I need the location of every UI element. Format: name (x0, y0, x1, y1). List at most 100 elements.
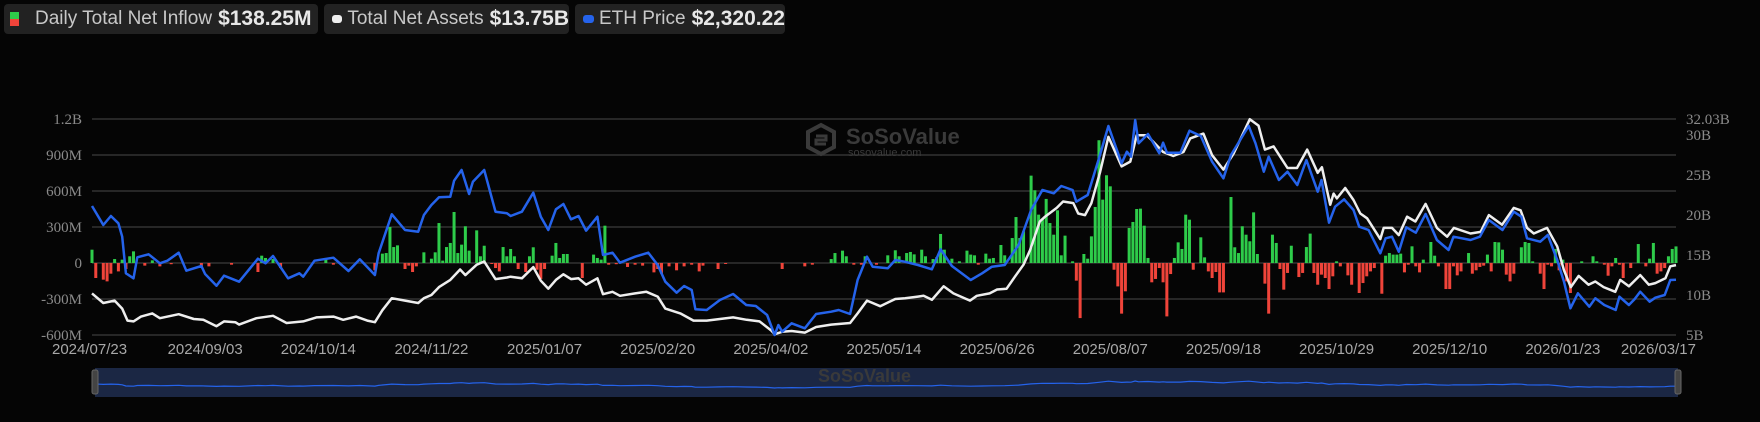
inflow-bar (1493, 242, 1497, 263)
outflow-bar (1444, 263, 1448, 290)
outflow-bar (116, 263, 120, 272)
inflow-bar (603, 225, 607, 263)
outflow-bar (1610, 263, 1614, 267)
right-axis-tick-label: 10B (1686, 288, 1711, 304)
inflow-bar (505, 256, 509, 263)
inflow-bar (1040, 218, 1044, 263)
x-axis-tick-label: 2025/06/26 (960, 341, 1035, 358)
outflow-bar (1663, 263, 1667, 269)
outflow-bar (1154, 263, 1158, 279)
outflow-bar (701, 263, 705, 266)
outflow-bar (497, 263, 501, 272)
inflow-bar (1203, 257, 1207, 263)
inflow-bar (1240, 226, 1244, 263)
outflow-bar (1267, 263, 1271, 314)
inflow-bar (475, 230, 479, 263)
inflow-bar (1146, 257, 1150, 263)
outflow-bar (1602, 263, 1606, 265)
inflow-bar (422, 252, 426, 263)
outflow-bar (976, 263, 980, 265)
outflow-bar (543, 263, 547, 269)
navigator-left-handle[interactable] (91, 369, 99, 395)
outflow-bar (1455, 263, 1459, 276)
outflow-bar (169, 263, 173, 265)
inflow-bar (550, 255, 554, 263)
outflow-bar (1357, 263, 1361, 293)
x-axis-tick-label: 2025/01/07 (507, 341, 582, 358)
outflow-bar (1361, 263, 1365, 284)
inflow-bar (1410, 246, 1414, 263)
inflow-bar (920, 249, 924, 263)
inflow-bar (131, 251, 135, 263)
inflow-bar (1255, 254, 1259, 263)
inflow-bar (395, 245, 399, 263)
inflow-bar (1052, 234, 1056, 263)
outflow-bar (1116, 263, 1120, 287)
outflow-bar (105, 263, 109, 282)
outflow-bar (524, 263, 528, 272)
inflow-bar (1184, 214, 1188, 263)
outflow-bar (1214, 263, 1218, 272)
navigator-watermark-brand: SoSoValue (818, 366, 911, 386)
x-axis-tick-label: 2025/08/07 (1073, 341, 1148, 358)
outflow-bar (1644, 263, 1648, 267)
inflow-bar (554, 242, 558, 263)
inflow-bar (150, 260, 154, 263)
inflow-bar (969, 254, 973, 263)
outflow-bar (724, 263, 728, 264)
inflow-bar (120, 259, 124, 263)
navigator-right-handle[interactable] (1674, 369, 1682, 395)
x-axis-tick-label: 2025/09/18 (1186, 341, 1261, 358)
outflow-bar (1489, 263, 1493, 272)
inflow-bar (1199, 237, 1203, 263)
inflow-bar (1101, 199, 1105, 263)
outflow-bar (109, 263, 113, 274)
inflow-bar (1142, 225, 1146, 263)
etf-flow-chart: SoSoValue sosovalue.com 1.2B 900M 600M 300M… (41, 112, 1730, 397)
outflow-bar (331, 263, 335, 265)
outflow-bar (1512, 263, 1516, 274)
inflow-bar (1244, 234, 1248, 263)
outflow-bar (1301, 263, 1305, 273)
inflow-bar (1237, 253, 1241, 263)
outflow-bar (1546, 263, 1550, 265)
sosovalue-watermark: SoSoValue sosovalue.com (806, 122, 960, 159)
inflow-bar (388, 227, 392, 263)
inflow-bar (452, 212, 456, 263)
inflow-bar (912, 254, 916, 263)
inflow-bar (886, 255, 890, 263)
left-axis-tick-label: -300M (41, 292, 82, 308)
inflow-bar (467, 250, 471, 263)
outflow-bar (407, 263, 411, 266)
outflow-bar (207, 263, 211, 267)
outflow-bar (1112, 263, 1116, 270)
inflow-bar (1082, 254, 1086, 263)
inflow-bar (1651, 242, 1655, 263)
inflow-bar (1308, 233, 1312, 263)
inflow-bar (595, 257, 599, 263)
outflow-bar (1278, 263, 1282, 269)
inflow-bar (565, 254, 569, 263)
outflow-bar (1161, 263, 1165, 283)
inflow-bar (1172, 257, 1176, 263)
outflow-bar (143, 263, 147, 266)
outflow-bar (490, 263, 494, 264)
outflow-bar (1504, 263, 1508, 275)
inflow-bar (1523, 242, 1527, 263)
inflow-bar (1636, 244, 1640, 263)
inflow-bar (460, 244, 464, 263)
x-axis-tick-label: 2025/05/14 (846, 341, 921, 358)
x-axis-tick-label: 2025/02/20 (620, 341, 695, 358)
outflow-bar (667, 263, 671, 267)
inflow-bar (1519, 247, 1523, 263)
inflow-bar (1059, 255, 1063, 263)
outflow-bar (1659, 263, 1663, 272)
inflow-bar (1138, 208, 1142, 263)
inflow-bar (1501, 249, 1505, 263)
left-axis-tick-label: 300M (46, 220, 82, 236)
outflow-bar (1655, 263, 1659, 274)
outflow-bar (1282, 263, 1286, 290)
inflow-bar (1384, 255, 1388, 263)
range-navigator[interactable]: SoSoValue (91, 366, 1682, 397)
inflow-bar (429, 258, 433, 263)
